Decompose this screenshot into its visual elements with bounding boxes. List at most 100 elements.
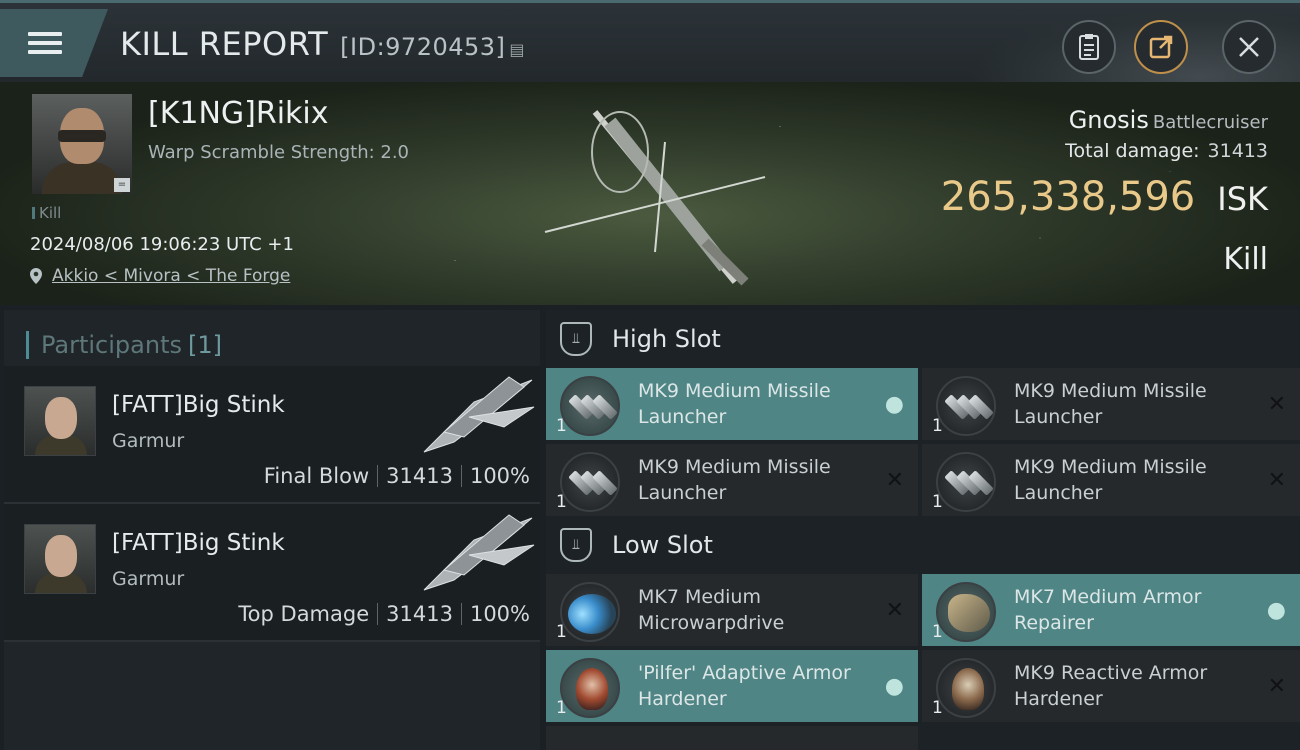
header-bar: KILL REPORT [ID:9720453] ▤ (0, 0, 1300, 85)
destroyed-x-icon: ✕ (1267, 468, 1286, 493)
module-slot[interactable]: 1 MK9 Reactive Armor Hardener ✕ (922, 650, 1300, 722)
location-link[interactable]: Akkio < Mivora < The Forge (52, 266, 290, 286)
warp-scramble-strength: Warp Scramble Strength: 2.0 (148, 142, 410, 163)
participant-portrait[interactable] (24, 524, 96, 594)
page-title: KILL REPORT [ID:9720453] ▤ (120, 25, 525, 63)
module-slot[interactable]: 1 MK7 Medium Microwarpdrive ✕ (546, 574, 918, 646)
module-quantity: 1 (932, 698, 943, 718)
module-slot[interactable]: 1 MK9 Medium Missile Launcher ✕ (922, 368, 1300, 440)
ship-name: Gnosis (1068, 106, 1149, 134)
kill-report-window: KILL REPORT [ID:9720453] ▤ = [K1NG]Rikix… (0, 0, 1300, 750)
isk-amount: 265,338,596 (940, 174, 1196, 220)
gnosis-ship-image (544, 110, 766, 286)
participants-label: Participants (41, 331, 182, 359)
high-slot-label: High Slot (612, 325, 721, 353)
module-slot-partial[interactable] (546, 726, 918, 750)
high-slot-icon: ⫫ (560, 322, 592, 356)
clipboard-icon (1079, 34, 1099, 60)
high-slot-header: ⫫ High Slot (546, 310, 1300, 368)
armor-hardener-icon (936, 658, 996, 718)
fittings-panel: ⫫ High Slot 1 MK9 Medium Missile Launche… (546, 310, 1300, 750)
isk-value: 265,338,596 ISK (941, 174, 1268, 220)
pilot-icon: ● (1266, 598, 1286, 623)
kill-tag: Kill (32, 204, 61, 222)
share-icon (1149, 35, 1173, 59)
victim-name[interactable]: [K1NG]Rikix (148, 96, 329, 131)
participant-stats: Final Blow 31413 100% (264, 464, 530, 488)
low-slot-header: ⫫ Low Slot (546, 516, 1300, 574)
destroyed-x-icon: ✕ (885, 468, 904, 493)
kill-type: Kill (1223, 242, 1268, 277)
module-quantity: 1 (556, 416, 567, 436)
armor-repairer-icon (936, 582, 996, 642)
participant-name[interactable]: [FATT]Big Stink (112, 392, 285, 418)
module-slot[interactable]: 1 'Pilfer' Adaptive Armor Hardener ● (546, 650, 918, 722)
isk-unit: ISK (1217, 180, 1268, 218)
copy-id-icon[interactable]: ▤ (509, 40, 525, 59)
pilot-icon: ● (884, 392, 904, 417)
participants-count: [1] (187, 331, 222, 359)
location-pin-icon (30, 268, 42, 284)
module-name: MK9 Medium Missile Launcher (1014, 456, 1207, 504)
share-button[interactable] (1134, 20, 1188, 74)
module-quantity: 1 (556, 622, 567, 642)
kill-tag-label: Kill (39, 204, 62, 222)
menu-button[interactable] (0, 9, 108, 77)
module-quantity: 1 (556, 492, 567, 512)
report-id: [ID:9720453] (340, 33, 506, 61)
low-slot-grid: 1 MK7 Medium Microwarpdrive ✕ 1 MK7 Medi… (546, 574, 1300, 722)
module-slot[interactable]: 1 MK9 Medium Missile Launcher ✕ (922, 444, 1300, 516)
close-icon (1239, 37, 1259, 57)
high-slot-grid: 1 MK9 Medium Missile Launcher ● 1 MK9 Me… (546, 368, 1300, 516)
victim-ship[interactable]: Gnosis Battlecruiser (1069, 106, 1268, 134)
low-slot-icon: ⫫ (560, 528, 592, 562)
total-damage: Total damage: 31413 (1065, 140, 1268, 162)
module-name: 'Pilfer' Adaptive Armor Hardener (638, 662, 851, 710)
destroyed-x-icon: ✕ (1267, 674, 1286, 699)
participants-header: Participants [1] (4, 310, 540, 366)
total-damage-value: 31413 (1207, 140, 1268, 162)
low-slot-label: Low Slot (612, 531, 713, 559)
microwarpdrive-icon (560, 582, 620, 642)
module-quantity: 1 (932, 622, 943, 642)
close-button[interactable] (1222, 20, 1276, 74)
participant-percent: 100% (469, 602, 530, 626)
participant-role: Top Damage (238, 602, 370, 626)
participant-row[interactable]: [FATT]Big Stink Garmur Final Blow 31413 … (4, 366, 540, 504)
module-quantity: 1 (932, 416, 943, 436)
participant-damage: 31413 (386, 464, 453, 488)
participant-role: Final Blow (263, 464, 370, 488)
missile-launcher-icon (560, 452, 620, 512)
participant-percent: 100% (469, 464, 530, 488)
pilot-icon: ● (884, 674, 904, 699)
garmur-ship-image[interactable] (414, 510, 539, 600)
module-quantity: 1 (556, 698, 567, 718)
participant-name[interactable]: [FATT]Big Stink (112, 530, 285, 556)
corp-badge-icon: = (114, 178, 130, 192)
victim-banner: = [K1NG]Rikix Warp Scramble Strength: 2.… (0, 82, 1300, 305)
garmur-ship-image[interactable] (414, 372, 539, 462)
module-name: MK7 Medium Armor Repairer (1014, 586, 1202, 634)
participant-portrait[interactable] (24, 386, 96, 456)
participant-stats: Top Damage 31413 100% (238, 602, 530, 626)
module-name: MK9 Medium Missile Launcher (638, 456, 831, 504)
participant-ship: Garmur (112, 430, 185, 452)
module-name: MK9 Reactive Armor Hardener (1014, 662, 1208, 710)
kill-location[interactable]: Akkio < Mivora < The Forge (30, 266, 290, 286)
module-name: MK7 Medium Microwarpdrive (638, 586, 785, 634)
total-damage-label: Total damage: (1065, 140, 1200, 162)
module-slot[interactable]: 1 MK9 Medium Missile Launcher ✕ (546, 444, 918, 516)
participant-ship: Garmur (112, 568, 185, 590)
module-slot[interactable]: 1 MK9 Medium Missile Launcher ● (546, 368, 918, 440)
destroyed-x-icon: ✕ (1267, 392, 1286, 417)
participants-panel: Participants [1] [FATT]Big Stink Garmur … (4, 310, 540, 750)
module-name: MK9 Medium Missile Launcher (1014, 380, 1207, 428)
kill-datetime: 2024/08/06 19:06:23 UTC +1 (30, 234, 294, 255)
victim-portrait[interactable]: = (32, 94, 132, 194)
armor-hardener-icon (560, 658, 620, 718)
participant-row[interactable]: [FATT]Big Stink Garmur Top Damage 31413 … (4, 504, 540, 642)
module-name: MK9 Medium Missile Launcher (638, 380, 831, 428)
missile-launcher-icon (560, 376, 620, 436)
clipboard-button[interactable] (1062, 20, 1116, 74)
module-slot[interactable]: 1 MK7 Medium Armor Repairer ● (922, 574, 1300, 646)
